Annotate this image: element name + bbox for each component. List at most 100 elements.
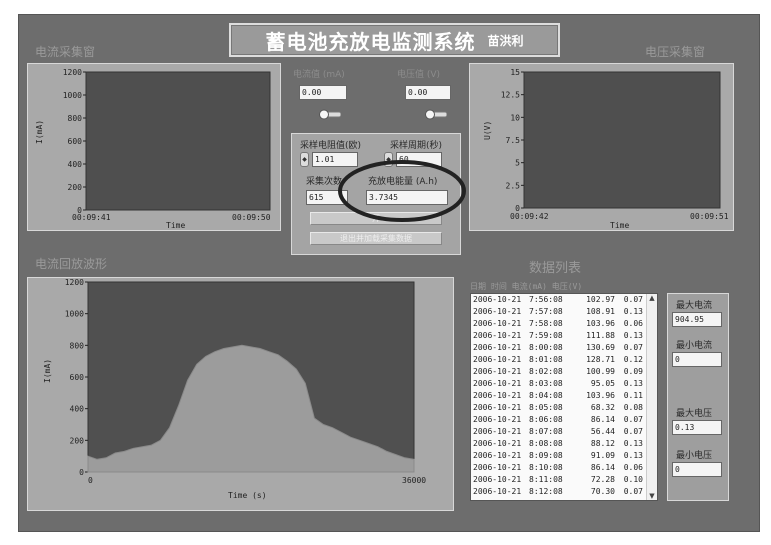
waveform-panel: 1200 1000 800 600 400 200 0 I(mA) 0 36000 Time… xyxy=(27,277,454,511)
waveform-x-end: 36000 xyxy=(402,476,426,485)
waveform-y-tick: 0 xyxy=(79,468,84,477)
list-cell-current: 102.97 xyxy=(586,295,615,304)
waveform-y-tick: 400 xyxy=(70,405,85,414)
waveform-x-label: Time (s) xyxy=(228,491,267,500)
list-cell-date: 2006-10-21 xyxy=(473,498,529,500)
max-current-label: 最大电流 xyxy=(676,301,713,311)
data-list-body: 2006-10-21 7:56:08 102.97 0.07 2006-10-21 7:5… xyxy=(471,294,657,500)
list-cell-voltage: 0.13 xyxy=(623,331,643,340)
stats-panel: 最大电流 904.95 最小电流 0 最大电压 0.13 最小电压 0 xyxy=(667,293,729,501)
list-cell-time: 8:06:08 xyxy=(529,415,563,424)
list-item[interactable]: 2006-10-21 8:00:08 130.69 0.07 xyxy=(471,342,657,354)
voltage-value-label: 电压值 (V) xyxy=(397,70,441,80)
list-cell-time: 8:05:08 xyxy=(529,403,563,412)
list-item[interactable]: 2006-10-21 8:05:08 68.32 0.08 xyxy=(471,402,657,414)
list-item[interactable]: 2006-10-21 7:58:08 103.96 0.06 xyxy=(471,318,657,330)
voltage-x-label: Time xyxy=(610,221,629,230)
list-cell-date: 2006-10-21 xyxy=(473,487,522,496)
list-item[interactable]: 2006-10-21 8:09:08 91.09 0.13 xyxy=(471,450,657,462)
list-cell-time: 7:58:08 xyxy=(529,319,563,328)
data-list[interactable]: 2006-10-21 7:56:08 102.97 0.07 2006-10-21 7:5… xyxy=(470,293,658,501)
list-cell-current: 88.12 xyxy=(590,439,615,448)
waveform-y-label: I(mA) xyxy=(43,359,52,383)
list-cell-current: 103.96 xyxy=(586,319,615,328)
max-voltage-label: 最大电压 xyxy=(676,409,713,419)
current-y-label: I(mA) xyxy=(35,120,44,144)
list-cell-current: 130.69 xyxy=(586,343,615,352)
list-item[interactable]: 2006-10-21 8:10:08 86.14 0.06 xyxy=(471,462,657,474)
current-y-tick: 400 xyxy=(68,160,83,169)
list-cell-current: 95.05 xyxy=(590,379,615,388)
waveform-y-tick: 600 xyxy=(70,373,85,382)
list-cell-voltage: 0.07 xyxy=(623,343,643,352)
data-list-label: 数据列表 xyxy=(529,261,582,276)
voltage-plot-area xyxy=(523,71,721,209)
data-list-header: 日期 时间 电流(mA) 电压(V) xyxy=(470,282,583,291)
list-cell-voltage: 0.07 xyxy=(623,427,643,436)
min-voltage-field: 0 xyxy=(672,462,722,477)
voltage-y-label: U(V) xyxy=(483,121,492,140)
list-cell-date: 2006-10-21 xyxy=(473,415,522,424)
voltage-y-tick: 15 xyxy=(510,68,520,77)
resistor-stepper[interactable]: ◆ xyxy=(300,152,309,167)
list-item[interactable]: 2006-10-21 7:59:08 111.88 0.13 xyxy=(471,330,657,342)
list-cell-time: 8:11:08 xyxy=(529,475,563,484)
list-cell-date: 2006-10-21 xyxy=(473,451,522,460)
list-cell-date: 2006-10-21 xyxy=(473,379,522,388)
list-item[interactable]: 2006-10-21 8:04:08 103.96 0.11 xyxy=(471,390,657,402)
current-x-end: 00:09:50 xyxy=(232,213,271,222)
list-cell-date: 2006-10-21 xyxy=(473,331,522,340)
list-item[interactable]: 2006-10-21 8:03:08 95.05 0.13 xyxy=(471,378,657,390)
list-cell-voltage: 0.07 xyxy=(623,295,643,304)
list-cell-voltage: 0.06 xyxy=(623,319,643,328)
voltage-chart-panel: 15 12.5 10 7.5 5 2.5 0 U(V) 00:09:42 00:09:51 … xyxy=(469,63,734,231)
min-voltage-label: 最小电压 xyxy=(676,451,713,461)
list-cell-current: 98.02 xyxy=(575,498,615,500)
list-item[interactable]: 2006-10-218:13:0898.020.08 xyxy=(471,498,657,500)
list-cell-date: 2006-10-21 xyxy=(473,319,522,328)
voltage-chart: 1512.5107.552.50 U(V) 00:09:42 00:09:51 … xyxy=(483,68,729,230)
waveform-y-tick: 1000 xyxy=(65,310,84,319)
current-value-label: 电流值 (mA) xyxy=(293,70,345,80)
list-item[interactable]: 2006-10-21 8:07:08 56.44 0.07 xyxy=(471,426,657,438)
max-current-field: 904.95 xyxy=(672,312,722,327)
current-chart-panel: 1200 1000 800 600 400 200 0 I(mA) 00:09:41 00:… xyxy=(27,63,281,231)
list-item[interactable]: 2006-10-21 8:01:08 128.71 0.12 xyxy=(471,354,657,366)
list-cell-voltage: 0.13 xyxy=(623,439,643,448)
list-cell-voltage: 0.13 xyxy=(623,379,643,388)
current-x-label: Time xyxy=(166,221,185,230)
current-window-label: 电流采集窗 xyxy=(35,45,96,59)
list-cell-current: 68.32 xyxy=(590,403,615,412)
list-item[interactable]: 2006-10-21 8:11:08 72.28 0.10 xyxy=(471,474,657,486)
list-item[interactable]: 2006-10-21 8:08:08 88.12 0.13 xyxy=(471,438,657,450)
exit-load-button[interactable]: 退出并加载采集数据 xyxy=(310,232,442,245)
voltage-y-tick: 12.5 xyxy=(501,91,520,100)
list-cell-time: 8:02:08 xyxy=(529,367,563,376)
max-voltage-field: 0.13 xyxy=(672,420,722,435)
current-y-tick: 1000 xyxy=(63,91,82,100)
list-cell-voltage: 0.07 xyxy=(623,487,643,496)
waveform-y-tick: 200 xyxy=(70,436,85,445)
list-cell-time: 8:07:08 xyxy=(529,427,563,436)
list-cell-time: 8:10:08 xyxy=(529,463,563,472)
list-item[interactable]: 2006-10-21 7:56:08 102.97 0.07 xyxy=(471,294,657,306)
list-item[interactable]: 2006-10-21 8:02:08 100.99 0.09 xyxy=(471,366,657,378)
voltage-y-tick: 10 xyxy=(510,113,520,122)
current-toggle-switch[interactable] xyxy=(319,109,341,120)
list-cell-time: 8:08:08 xyxy=(529,439,563,448)
list-cell-date: 2006-10-21 xyxy=(473,295,522,304)
scroll-up-icon[interactable]: ▲ xyxy=(647,294,657,302)
list-cell-time: 7:56:08 xyxy=(529,295,563,304)
list-cell-voltage: 0.08 xyxy=(623,403,643,412)
list-cell-current: 100.99 xyxy=(586,367,615,376)
voltage-toggle-switch[interactable] xyxy=(425,109,447,120)
list-cell-time: 7:59:08 xyxy=(529,331,563,340)
current-y-tick: 1200 xyxy=(63,68,82,77)
list-item[interactable]: 2006-10-21 8:12:08 70.30 0.07 xyxy=(471,486,657,498)
list-item[interactable]: 2006-10-21 7:57:08 108.91 0.13 xyxy=(471,306,657,318)
list-cell-date: 2006-10-21 xyxy=(473,391,522,400)
scroll-down-icon[interactable]: ▼ xyxy=(647,492,657,500)
list-item[interactable]: 2006-10-21 8:06:08 86.14 0.07 xyxy=(471,414,657,426)
list-cell-current: 56.44 xyxy=(590,427,615,436)
list-scrollbar[interactable]: ▲ ▼ xyxy=(646,294,657,500)
